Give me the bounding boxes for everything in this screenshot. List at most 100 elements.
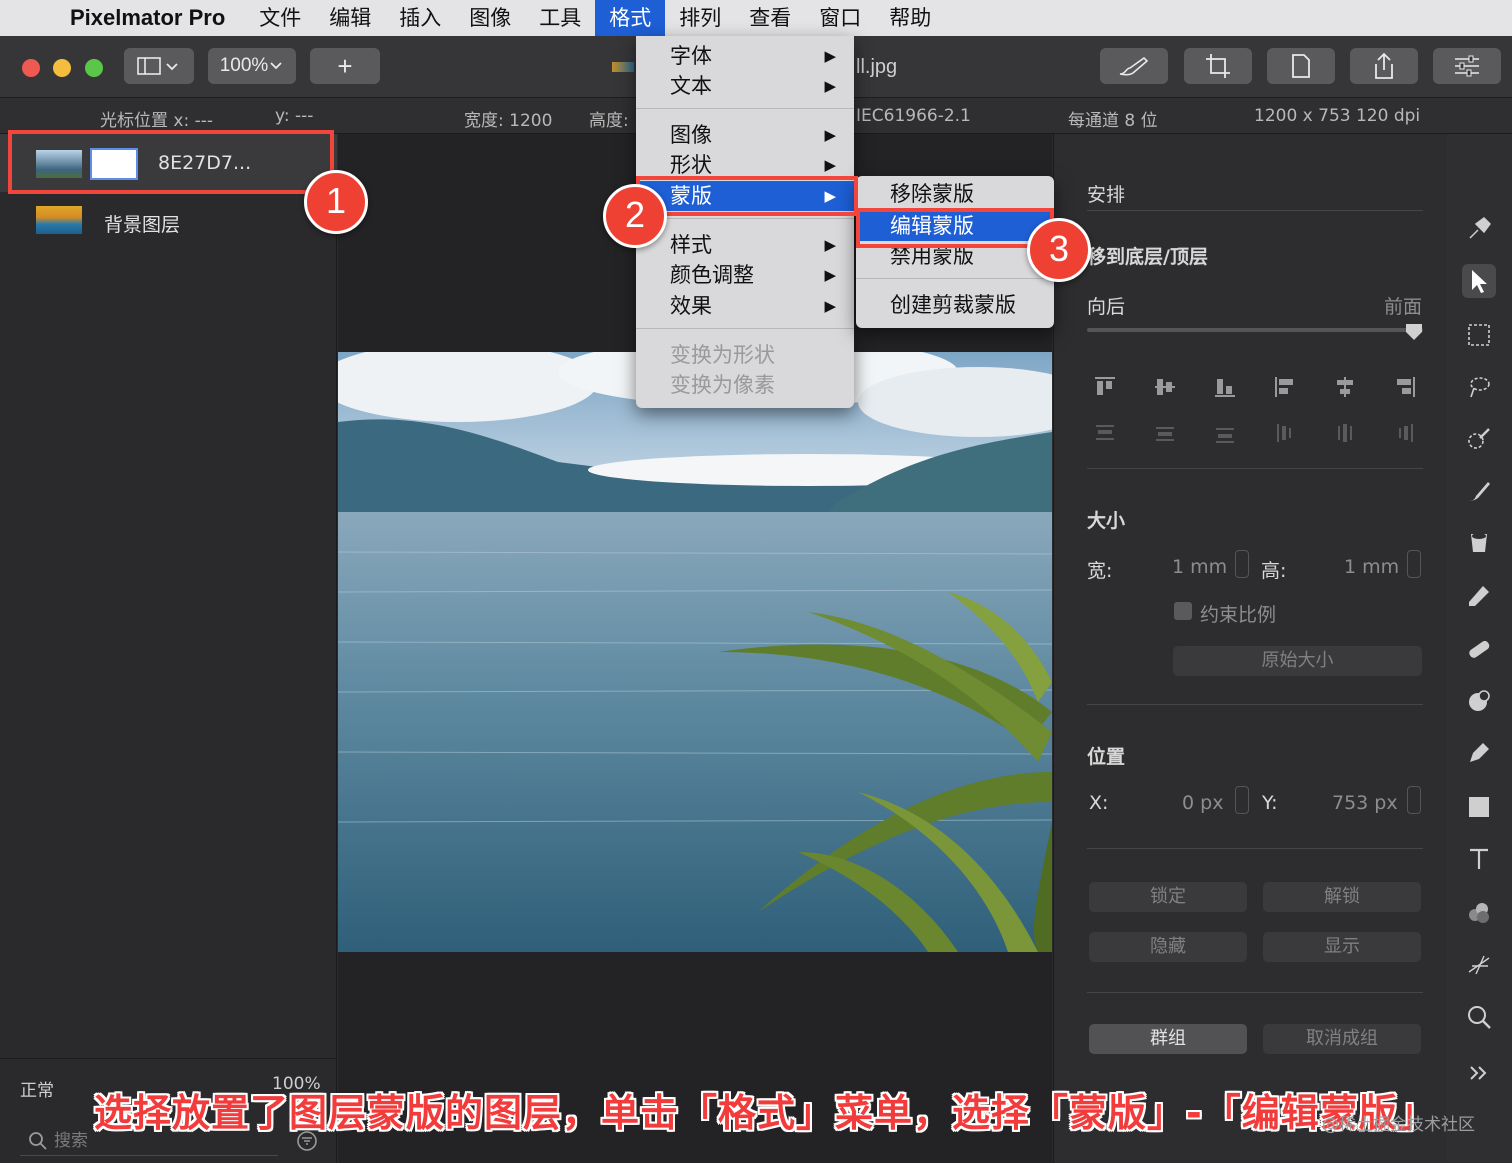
align-left-icon[interactable]	[1274, 376, 1296, 398]
distribute-bottom-icon[interactable]	[1214, 422, 1236, 444]
forward-label: 前面	[1384, 296, 1423, 318]
submenu-arrow-icon: ▶	[824, 126, 836, 144]
menu-item-label: 文本	[670, 74, 712, 98]
brush-tool-button[interactable]	[1100, 48, 1168, 84]
align-right-icon[interactable]	[1394, 376, 1416, 398]
menu-format[interactable]: 格式	[595, 0, 666, 36]
menu-separator	[856, 278, 1054, 279]
paint-bucket-tool-icon[interactable]	[1462, 526, 1496, 560]
show-button[interactable]: 显示	[1263, 932, 1421, 962]
menu-item-style[interactable]: 样式 ▶	[636, 230, 854, 260]
menu-help[interactable]: 帮助	[875, 0, 945, 36]
menu-item-text[interactable]: 文本 ▶	[636, 71, 854, 101]
paint-brush-tool-icon[interactable]	[1462, 474, 1496, 508]
y-stepper[interactable]	[1407, 786, 1421, 814]
height-field[interactable]: 1 mm	[1344, 556, 1399, 578]
slider-thumb[interactable]	[1404, 322, 1424, 342]
distribute-right-icon[interactable]	[1394, 422, 1416, 444]
width-field[interactable]: 1 mm	[1172, 556, 1227, 578]
blend-mode-select[interactable]: 正常	[20, 1076, 54, 1101]
y-label: Y:	[1262, 792, 1278, 814]
bit-depth-readout: 每通道 8 位	[1068, 111, 1158, 131]
crop-button[interactable]	[1184, 48, 1252, 84]
width-stepper[interactable]	[1235, 550, 1249, 578]
app-name[interactable]: Pixelmator Pro	[70, 5, 225, 31]
close-window-button[interactable]	[22, 59, 40, 77]
ungroup-button[interactable]: 取消成组	[1263, 1024, 1421, 1054]
menu-image[interactable]: 图像	[455, 0, 525, 36]
height-readout: 高度:	[589, 111, 629, 131]
document-button[interactable]	[1267, 48, 1335, 84]
lock-button[interactable]: 锁定	[1089, 882, 1247, 912]
height-stepper[interactable]	[1407, 550, 1421, 578]
eraser-tool-icon[interactable]	[1462, 578, 1496, 612]
menu-arrange[interactable]: 排列	[665, 0, 735, 36]
text-tool-icon[interactable]	[1462, 842, 1496, 876]
arrange-tool-icon[interactable]	[1462, 212, 1496, 246]
menu-insert[interactable]: 插入	[385, 0, 455, 36]
arrange-slider[interactable]	[1087, 328, 1423, 332]
menu-item-label: 形状	[670, 153, 712, 177]
clone-tool-icon[interactable]	[1462, 684, 1496, 718]
retouch-tool-icon[interactable]	[1462, 632, 1496, 666]
menu-window[interactable]: 窗口	[805, 0, 875, 36]
effects-tool-icon[interactable]	[1462, 948, 1496, 982]
shape-tool-icon[interactable]	[1462, 790, 1496, 824]
distribute-top-icon[interactable]	[1094, 422, 1116, 444]
menu-item-image[interactable]: 图像 ▶	[636, 120, 854, 150]
instruction-caption: 选择放置了图层蒙版的图层，单击「格式」菜单，选择「蒙版」-「编辑蒙版」	[94, 1091, 1437, 1135]
original-size-button[interactable]: 原始大小	[1173, 646, 1422, 676]
add-button[interactable]: +	[310, 48, 380, 84]
quick-select-tool-icon[interactable]	[1462, 422, 1496, 456]
submenu-arrow-icon: ▶	[824, 77, 836, 95]
zoom-tool-icon[interactable]	[1462, 1000, 1496, 1034]
menu-tools[interactable]: 工具	[525, 0, 595, 36]
share-button[interactable]	[1350, 48, 1418, 84]
pen-tool-icon[interactable]	[1462, 736, 1496, 770]
more-tools-icon[interactable]	[1462, 1056, 1496, 1090]
crop-icon	[1206, 54, 1230, 78]
canvas-image[interactable]	[338, 352, 1052, 952]
align-middle-icon[interactable]	[1154, 376, 1176, 398]
rect-select-tool-icon[interactable]	[1462, 318, 1496, 352]
menu-separator	[636, 218, 854, 219]
size-section-title[interactable]: 大小	[1087, 506, 1125, 533]
highlight-layer-box	[8, 130, 334, 194]
menu-edit[interactable]: 编辑	[315, 0, 385, 36]
cursor-x-readout: 光标位置 x: ---	[100, 111, 213, 131]
align-top-icon[interactable]	[1094, 376, 1116, 398]
align-center-icon[interactable]	[1334, 376, 1356, 398]
menu-item-effects[interactable]: 效果 ▶	[636, 291, 854, 321]
x-stepper[interactable]	[1235, 786, 1249, 814]
menu-item-create-clipping-mask[interactable]: 创建剪裁蒙版	[856, 290, 1054, 320]
align-bottom-icon[interactable]	[1214, 376, 1236, 398]
adjustments-button[interactable]	[1433, 48, 1501, 84]
chevron-down-icon	[270, 62, 282, 70]
submenu-arrow-icon: ▶	[824, 47, 836, 65]
menu-item-remove-mask[interactable]: 移除蒙版	[856, 179, 1054, 209]
lasso-tool-icon[interactable]	[1462, 370, 1496, 404]
distribute-left-icon[interactable]	[1274, 422, 1296, 444]
x-field[interactable]: 0 px	[1182, 792, 1223, 814]
constrain-checkbox[interactable]	[1174, 602, 1192, 620]
sidebar-toggle-button[interactable]	[124, 48, 194, 84]
unlock-button[interactable]: 解锁	[1263, 882, 1421, 912]
hide-button[interactable]: 隐藏	[1089, 932, 1247, 962]
distribute-center-icon[interactable]	[1334, 422, 1356, 444]
y-field[interactable]: 753 px	[1332, 792, 1398, 814]
pointer-tool-icon[interactable]	[1462, 264, 1496, 298]
move-to-back-front-dropdown[interactable]: 移到底层/顶层	[1087, 242, 1208, 269]
position-section-title[interactable]: 位置	[1087, 742, 1125, 769]
group-button[interactable]: 群组	[1089, 1024, 1247, 1054]
divider	[1087, 468, 1423, 469]
zoom-dropdown[interactable]: 100%	[208, 48, 296, 84]
distribute-middle-icon[interactable]	[1154, 422, 1176, 444]
minimize-window-button[interactable]	[53, 59, 71, 77]
menu-file[interactable]: 文件	[245, 0, 315, 36]
menu-item-color-adjust[interactable]: 颜色调整 ▶	[636, 260, 854, 290]
menu-item-font[interactable]: 字体 ▶	[636, 41, 854, 71]
layer-row-background[interactable]: 背景图层	[0, 192, 337, 250]
color-adjust-tool-icon[interactable]	[1462, 896, 1496, 930]
menu-view[interactable]: 查看	[735, 0, 805, 36]
zoom-window-button[interactable]	[85, 59, 103, 77]
